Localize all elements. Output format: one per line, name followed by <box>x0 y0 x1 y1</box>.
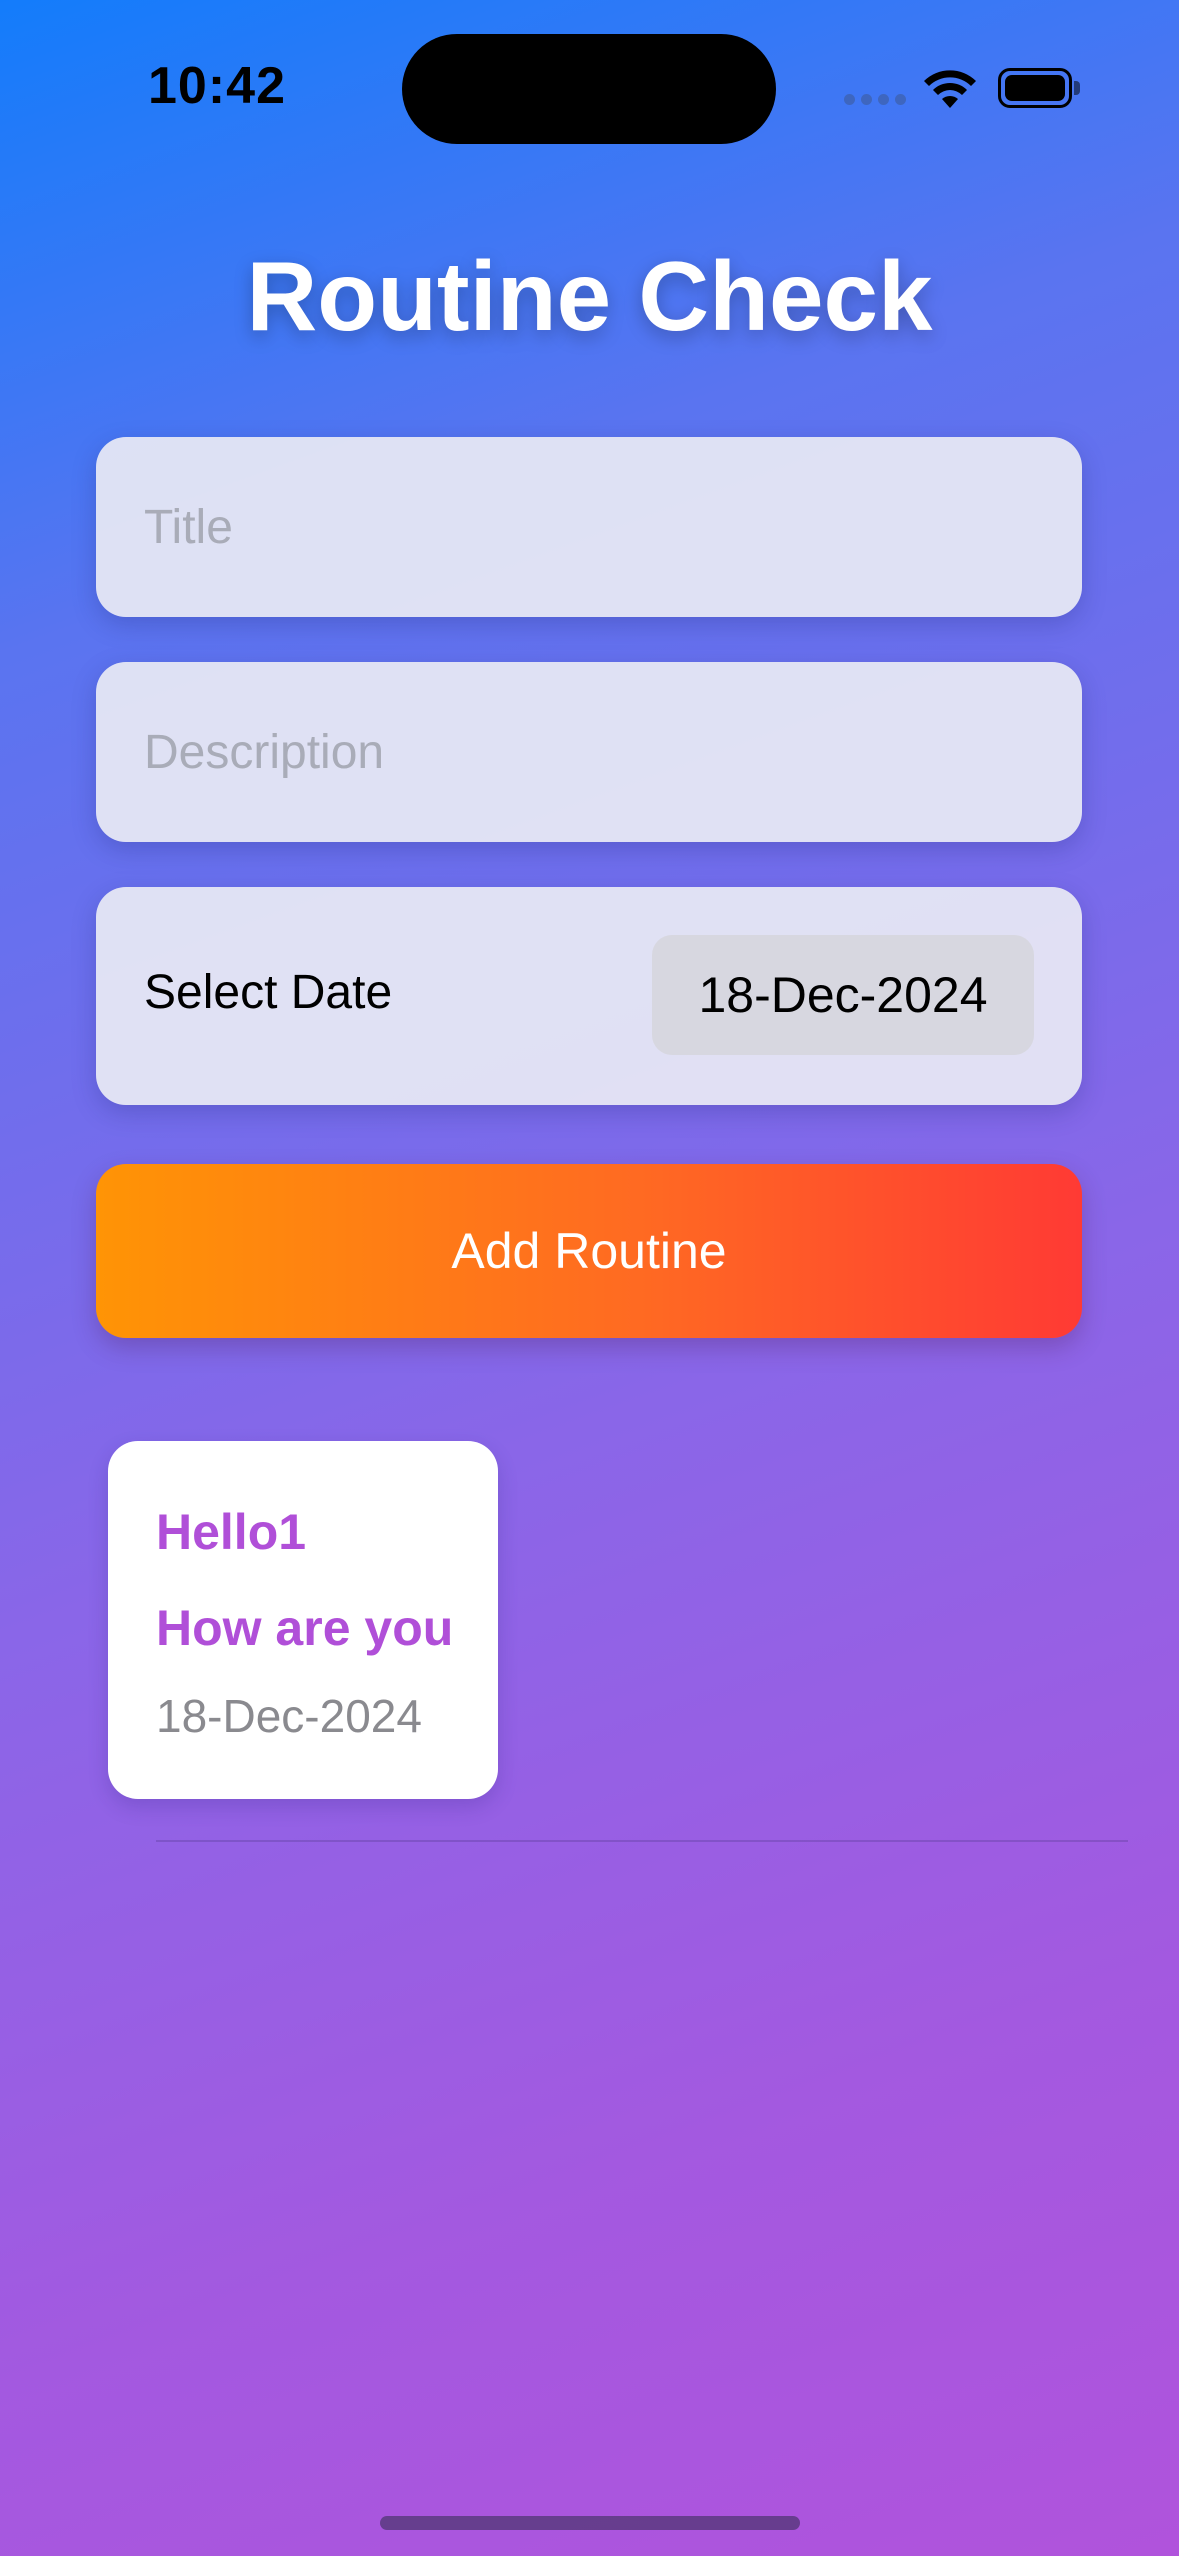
battery-icon <box>998 68 1080 108</box>
select-date-label: Select Date <box>144 966 393 1019</box>
wifi-icon <box>924 70 976 108</box>
title-field[interactable] <box>96 437 1082 617</box>
home-indicator[interactable] <box>380 2516 800 2530</box>
date-selector-row: Select Date 18-Dec-2024 <box>96 887 1082 1105</box>
status-time: 10:42 <box>148 57 286 115</box>
status-bar: 10:42 <box>0 0 1179 180</box>
list-divider <box>156 1840 1128 1842</box>
description-field[interactable] <box>96 662 1082 842</box>
cellular-signal-icon <box>844 94 906 106</box>
date-picker-button[interactable]: 18-Dec-2024 <box>652 935 1034 1055</box>
routine-title: Hello1 <box>156 1504 307 1560</box>
page-title: Routine Check <box>246 241 933 351</box>
dynamic-island <box>402 34 776 144</box>
title-input[interactable] <box>144 437 1034 617</box>
add-routine-button[interactable]: Add Routine <box>96 1164 1082 1338</box>
routine-description: How are you <box>156 1600 454 1656</box>
description-input[interactable] <box>144 662 1034 842</box>
routine-card[interactable]: Hello1 How are you 18-Dec-2024 <box>108 1441 498 1799</box>
routine-date: 18-Dec-2024 <box>156 1690 422 1742</box>
